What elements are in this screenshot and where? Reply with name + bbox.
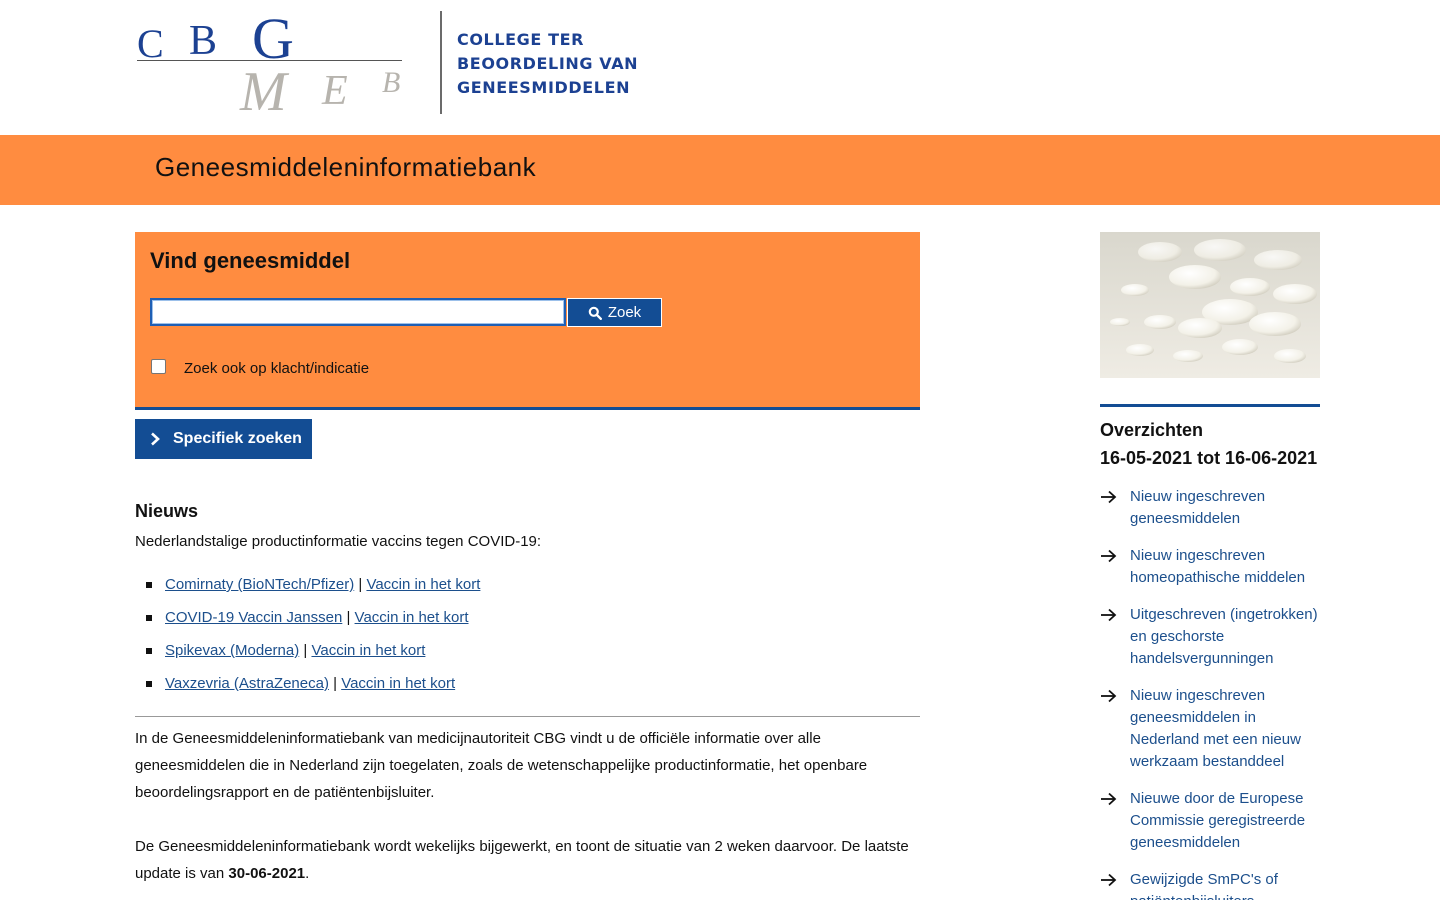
indication-checkbox[interactable] — [151, 359, 166, 374]
bullet — [146, 648, 152, 654]
list-item: Vaxzevria (AstraZeneca) | Vaccin in het … — [135, 675, 920, 708]
arrow-right-icon — [1101, 689, 1117, 703]
search-icon — [588, 306, 602, 320]
overview-link-item[interactable]: Nieuwe door de Europese Commissie geregi… — [1100, 788, 1320, 854]
product-link[interactable]: Vaxzevria (AstraZeneca) — [165, 675, 329, 692]
chevron-right-icon — [151, 432, 160, 446]
overviews-heading: Overzichten 16-05-2021 tot 16-06-2021 — [1100, 416, 1320, 472]
arrow-right-icon — [1101, 873, 1117, 887]
news-section: Nieuws Nederlandstalige productinformati… — [135, 501, 920, 708]
indication-checkbox-label[interactable]: Zoek ook op klacht/indicatie — [184, 360, 369, 377]
overview-link[interactable]: Gewijzigde SmPC's of patiëntenbijsluiter… — [1130, 871, 1278, 900]
overview-link[interactable]: Nieuwe door de Europese Commissie geregi… — [1130, 790, 1305, 851]
overview-link-item[interactable]: Gewijzigde SmPC's of patiëntenbijsluiter… — [1100, 869, 1320, 900]
update-suffix: . — [305, 865, 310, 882]
update-date: 30-06-2021 — [228, 865, 306, 882]
search-button-label: Zoek — [607, 304, 642, 321]
overview-link-item[interactable]: Nieuw ingeschreven geneesmiddelen — [1100, 486, 1320, 530]
summary-link[interactable]: Vaccin in het kort — [311, 642, 425, 659]
pills-illustration — [1100, 232, 1320, 378]
arrow-right-icon — [1101, 608, 1117, 622]
news-heading: Nieuws — [135, 501, 199, 521]
page-title: Geneesmiddeleninformatiebank — [155, 152, 537, 182]
overview-link-item[interactable]: Uitgeschreven (ingetrokken) en geschorst… — [1100, 604, 1320, 670]
logo-letter: B — [382, 66, 401, 99]
logo-divider — [440, 11, 442, 114]
pills-photo — [1100, 232, 1320, 378]
overviews-title: Overzichten — [1100, 420, 1204, 440]
overview-link[interactable]: Nieuw ingeschreven homeopathische middel… — [1130, 547, 1305, 586]
title-band: Geneesmiddeleninformatiebank — [0, 135, 1440, 205]
about-paragraph: In de Geneesmiddeleninformatiebank van m… — [135, 730, 868, 801]
arrow-right-icon — [1101, 792, 1117, 806]
arrow-right-icon — [1101, 490, 1117, 504]
bullet — [146, 681, 152, 687]
news-intro: Nederlandstalige productinformatie vacci… — [135, 533, 542, 550]
organization-name-line: COLLEGE TER — [457, 30, 585, 49]
product-link[interactable]: Comirnaty (BioNTech/Pfizer) — [165, 576, 354, 593]
list-item: Spikevax (Moderna) | Vaccin in het kort — [135, 642, 920, 675]
overview-link[interactable]: Nieuw ingeschreven geneesmiddelen in Ned… — [1130, 687, 1301, 770]
separator: | — [342, 609, 355, 626]
logo-letter: B — [189, 18, 218, 64]
separator: | — [328, 675, 342, 692]
logo-letter: E — [322, 68, 348, 114]
product-link[interactable]: COVID-19 Vaccin Janssen — [165, 609, 342, 626]
arrow-right-icon — [1101, 549, 1117, 563]
overview-link-item[interactable]: Nieuw ingeschreven geneesmiddelen in Ned… — [1100, 685, 1320, 773]
overviews-period: 16-05-2021 tot 16-06-2021 — [1100, 448, 1318, 468]
logo-letter: M — [240, 61, 287, 123]
summary-link[interactable]: Vaccin in het kort — [355, 609, 469, 626]
bullet — [146, 615, 152, 621]
list-item: Comirnaty (BioNTech/Pfizer) | Vaccin in … — [135, 576, 920, 609]
overview-link[interactable]: Uitgeschreven (ingetrokken) en geschorst… — [1130, 606, 1318, 667]
separator: | — [354, 576, 367, 593]
organization-name-line: BEOORDELING VAN — [457, 54, 639, 73]
overviews-list: Nieuw ingeschreven geneesmiddelen Nieuw … — [1100, 486, 1320, 900]
search-heading: Vind geneesmiddel — [150, 248, 351, 273]
search-panel: Vind geneesmiddel Zoek Zoek ook op klach… — [135, 232, 920, 410]
specific-search-label: Specifiek zoeken — [173, 430, 302, 447]
product-link[interactable]: Spikevax (Moderna) — [165, 642, 299, 659]
update-paragraph: De Geneesmiddeleninformatiebank wordt we… — [135, 833, 920, 887]
sidebar-rule — [1100, 404, 1320, 407]
organization-name-line: GENEESMIDDELEN — [457, 78, 631, 97]
specific-search-button[interactable]: Specifiek zoeken — [135, 419, 312, 459]
search-button[interactable]: Zoek — [567, 298, 662, 327]
overview-link[interactable]: Nieuw ingeschreven geneesmiddelen — [1130, 488, 1265, 527]
logo-letter: C — [137, 21, 164, 66]
summary-link[interactable]: Vaccin in het kort — [366, 576, 480, 593]
cbg-meb-logo[interactable]: C B G M E B COLLEGE TER BEOORDELING VAN … — [137, 10, 657, 123]
search-input[interactable] — [150, 298, 566, 326]
list-item: COVID-19 Vaccin Janssen | Vaccin in het … — [135, 609, 920, 642]
summary-link[interactable]: Vaccin in het kort — [341, 675, 455, 692]
bullet — [146, 582, 152, 588]
organization-name: COLLEGE TER BEOORDELING VAN GENEESMIDDEL… — [457, 28, 638, 100]
overview-link-item[interactable]: Nieuw ingeschreven homeopathische middel… — [1100, 545, 1320, 589]
news-list: Comirnaty (BioNTech/Pfizer) | Vaccin in … — [135, 576, 920, 708]
divider — [135, 716, 920, 717]
separator: | — [299, 642, 312, 659]
